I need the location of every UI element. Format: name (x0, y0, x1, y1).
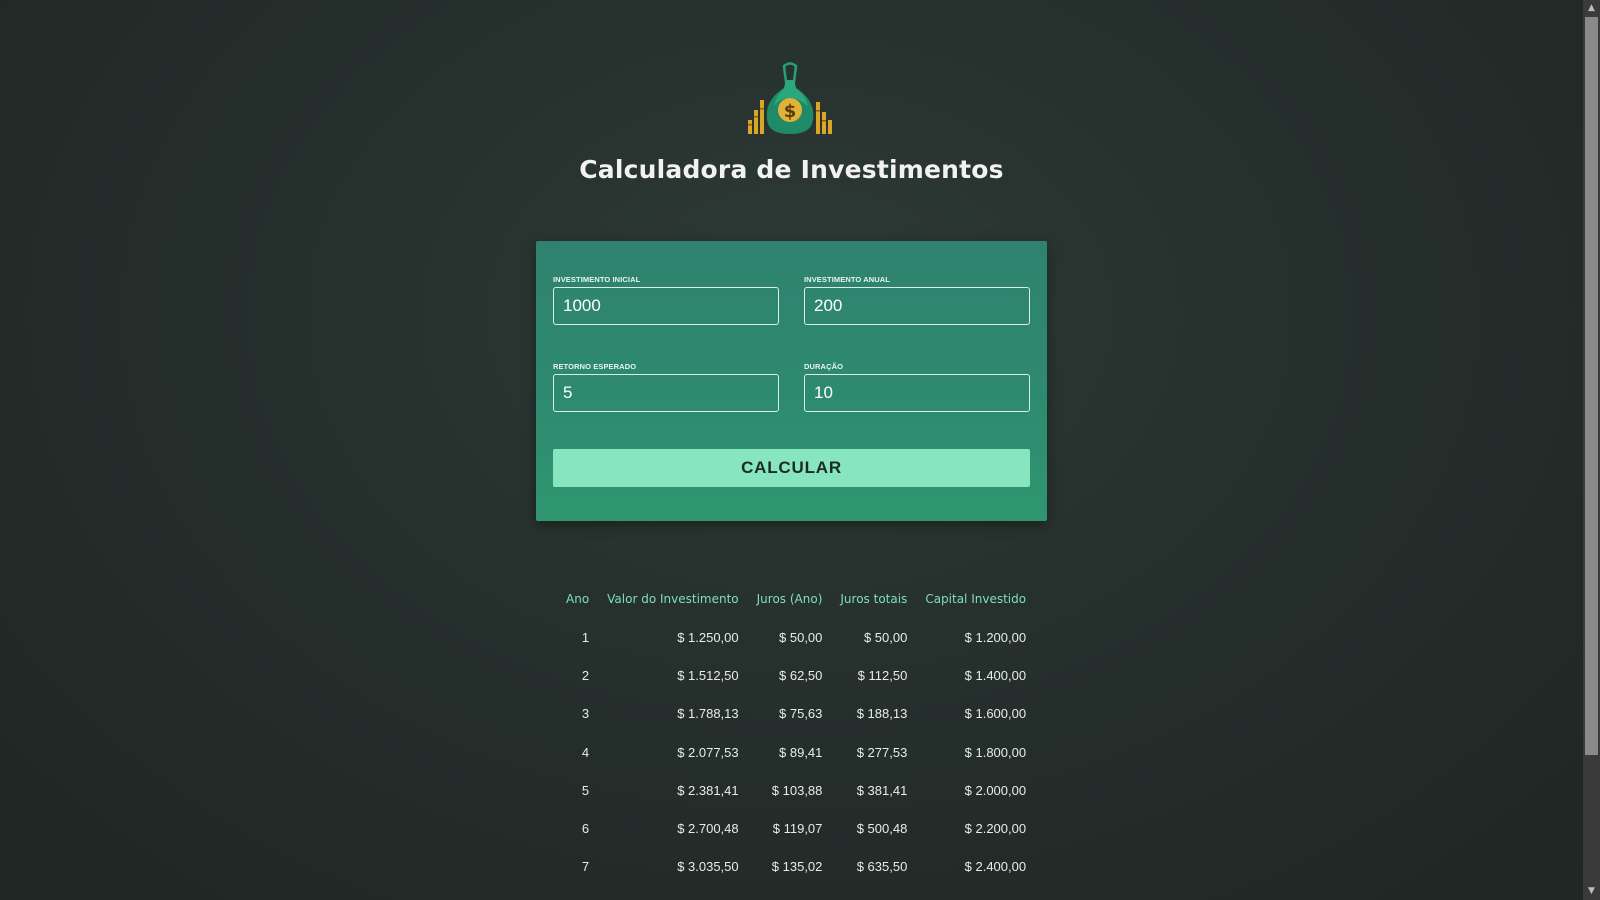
year-cell: 1 (581, 629, 590, 645)
annual-investment-field-group: INVESTIMENTO ANUAL (804, 275, 1030, 325)
year-cell: 7 (581, 859, 590, 875)
expected-return-input[interactable] (553, 374, 779, 412)
expected-return-field-group: RETORNO ESPERADO (553, 362, 779, 412)
invested-capital-cell: $ 1.400,00 (964, 667, 1027, 683)
interest-year-cell: $ 119,07 (772, 821, 823, 837)
initial-investment-input[interactable] (553, 287, 779, 325)
table-row: 1 $ 1.250,00 $ 50,00 $ 50,00 $ 1.200,00 (557, 618, 1035, 656)
initial-investment-field-group: INVESTIMENTO INICIAL (553, 275, 779, 325)
results-header-row: Ano Valor do Investimento Juros (Ano) Ju… (557, 580, 1035, 618)
column-header-total-interest: Juros totais (840, 592, 908, 606)
table-row: 3 $ 1.788,13 $ 75,63 $ 188,13 $ 1.600,00 (557, 695, 1035, 733)
investment-value-cell: $ 1.250,00 (677, 629, 739, 645)
total-interest-cell: $ 50,00 (863, 629, 908, 645)
total-interest-cell: $ 112,50 (857, 667, 908, 683)
table-row: 4 $ 2.077,53 $ 89,41 $ 277,53 $ 1.800,00 (557, 733, 1035, 771)
column-header-investment-value: Valor do Investimento (607, 592, 739, 606)
expected-return-label: RETORNO ESPERADO (553, 362, 637, 371)
invested-capital-cell: $ 2.200,00 (964, 821, 1027, 837)
svg-text:$: $ (784, 101, 797, 122)
money-bag-dollar-icon: $ (748, 62, 832, 134)
investment-value-cell: $ 2.077,53 (677, 744, 739, 760)
invested-capital-cell: $ 1.600,00 (964, 706, 1027, 722)
total-interest-cell: $ 381,41 (856, 782, 908, 798)
investment-value-cell: $ 1.512,50 (677, 667, 739, 683)
interest-year-cell: $ 75,63 (779, 706, 823, 722)
column-header-invested-capital: Capital Investido (925, 592, 1027, 606)
total-interest-cell: $ 188,13 (856, 706, 908, 722)
year-cell: 4 (581, 744, 590, 760)
column-header-interest-year: Juros (Ano) (756, 592, 823, 606)
initial-investment-label: INVESTIMENTO INICIAL (553, 275, 641, 284)
investment-value-cell: $ 1.788,13 (677, 706, 739, 722)
duration-label: DURAÇÃO (804, 362, 844, 371)
page: $ Calculadora de Investimentos INVESTIME… (0, 0, 1583, 900)
annual-investment-input[interactable] (804, 287, 1030, 325)
interest-year-cell: $ 50,00 (779, 629, 823, 645)
total-interest-cell: $ 500,48 (856, 821, 908, 837)
scrollbar-thumb[interactable] (1585, 17, 1598, 755)
investment-form-card: INVESTIMENTO INICIAL INVESTIMENTO ANUAL … (536, 241, 1047, 521)
interest-year-cell: $ 103,88 (771, 782, 823, 798)
calculate-button[interactable]: CALCULAR (553, 449, 1030, 487)
results-table: Ano Valor do Investimento Juros (Ano) Ju… (557, 580, 1035, 886)
duration-input[interactable] (804, 374, 1030, 412)
year-cell: 2 (581, 667, 590, 683)
interest-year-cell: $ 89,41 (779, 744, 823, 760)
year-cell: 6 (581, 821, 590, 837)
investment-value-cell: $ 2.700,48 (677, 821, 739, 837)
year-cell: 5 (581, 782, 590, 798)
annual-investment-label: INVESTIMENTO ANUAL (804, 275, 890, 284)
investment-value-cell: $ 3.035,50 (677, 859, 739, 875)
invested-capital-cell: $ 1.800,00 (964, 744, 1027, 760)
invested-capital-cell: $ 2.400,00 (964, 859, 1027, 875)
interest-year-cell: $ 62,50 (779, 667, 823, 683)
table-row: 7 $ 3.035,50 $ 135,02 $ 635,50 $ 2.400,0… (557, 848, 1035, 886)
duration-field-group: DURAÇÃO (804, 362, 1030, 412)
invested-capital-cell: $ 2.000,00 (964, 782, 1027, 798)
total-interest-cell: $ 635,50 (856, 859, 908, 875)
total-interest-cell: $ 277,53 (856, 744, 908, 760)
table-row: 5 $ 2.381,41 $ 103,88 $ 381,41 $ 2.000,0… (557, 771, 1035, 809)
table-row: 2 $ 1.512,50 $ 62,50 $ 112,50 $ 1.400,00 (557, 656, 1035, 694)
page-title: Calculadora de Investimentos (579, 155, 1004, 184)
vertical-scrollbar[interactable]: ▲ ▼ (1583, 0, 1600, 900)
investment-value-cell: $ 2.381,41 (677, 782, 739, 798)
scroll-up-arrow-icon[interactable]: ▲ (1583, 0, 1600, 17)
scroll-down-arrow-icon[interactable]: ▼ (1583, 883, 1600, 900)
interest-year-cell: $ 135,02 (771, 859, 823, 875)
column-header-year: Ano (566, 592, 590, 606)
year-cell: 3 (581, 706, 590, 722)
table-row: 6 $ 2.700,48 $ 119,07 $ 500,48 $ 2.200,0… (557, 809, 1035, 847)
invested-capital-cell: $ 1.200,00 (964, 629, 1027, 645)
